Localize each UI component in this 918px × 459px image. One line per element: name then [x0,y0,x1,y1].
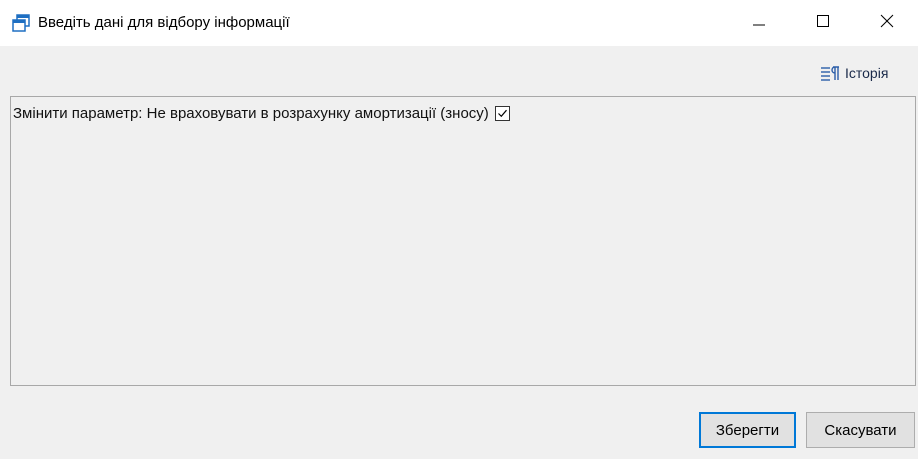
minimize-button[interactable] [736,0,782,46]
maximize-icon [816,14,830,33]
dialog-body: Історія Змінити параметр: Не враховувати… [0,46,918,459]
dialog-window: Введіть дані для відбору інформації Істо… [0,0,918,459]
history-button[interactable]: Історія [820,62,888,84]
save-button[interactable]: Зберегти [699,412,796,448]
app-window-icon [12,14,30,32]
param-checkbox[interactable] [494,105,510,121]
param-row: Змінити параметр: Не враховувати в розра… [13,103,510,123]
cancel-button[interactable]: Скасувати [806,412,915,448]
history-icon [820,65,840,81]
minimize-icon [752,14,766,33]
close-icon [880,14,894,33]
title-bar[interactable]: Введіть дані для відбору інформації [0,0,918,46]
window-title: Введіть дані для відбору інформації [38,14,290,31]
history-label: Історія [845,65,889,81]
checkmark-icon [497,109,507,117]
close-button[interactable] [864,0,910,46]
parameters-panel: Змінити параметр: Не враховувати в розра… [10,96,916,386]
maximize-button[interactable] [800,0,846,46]
param-label: Змінити параметр: Не враховувати в розра… [13,104,489,122]
